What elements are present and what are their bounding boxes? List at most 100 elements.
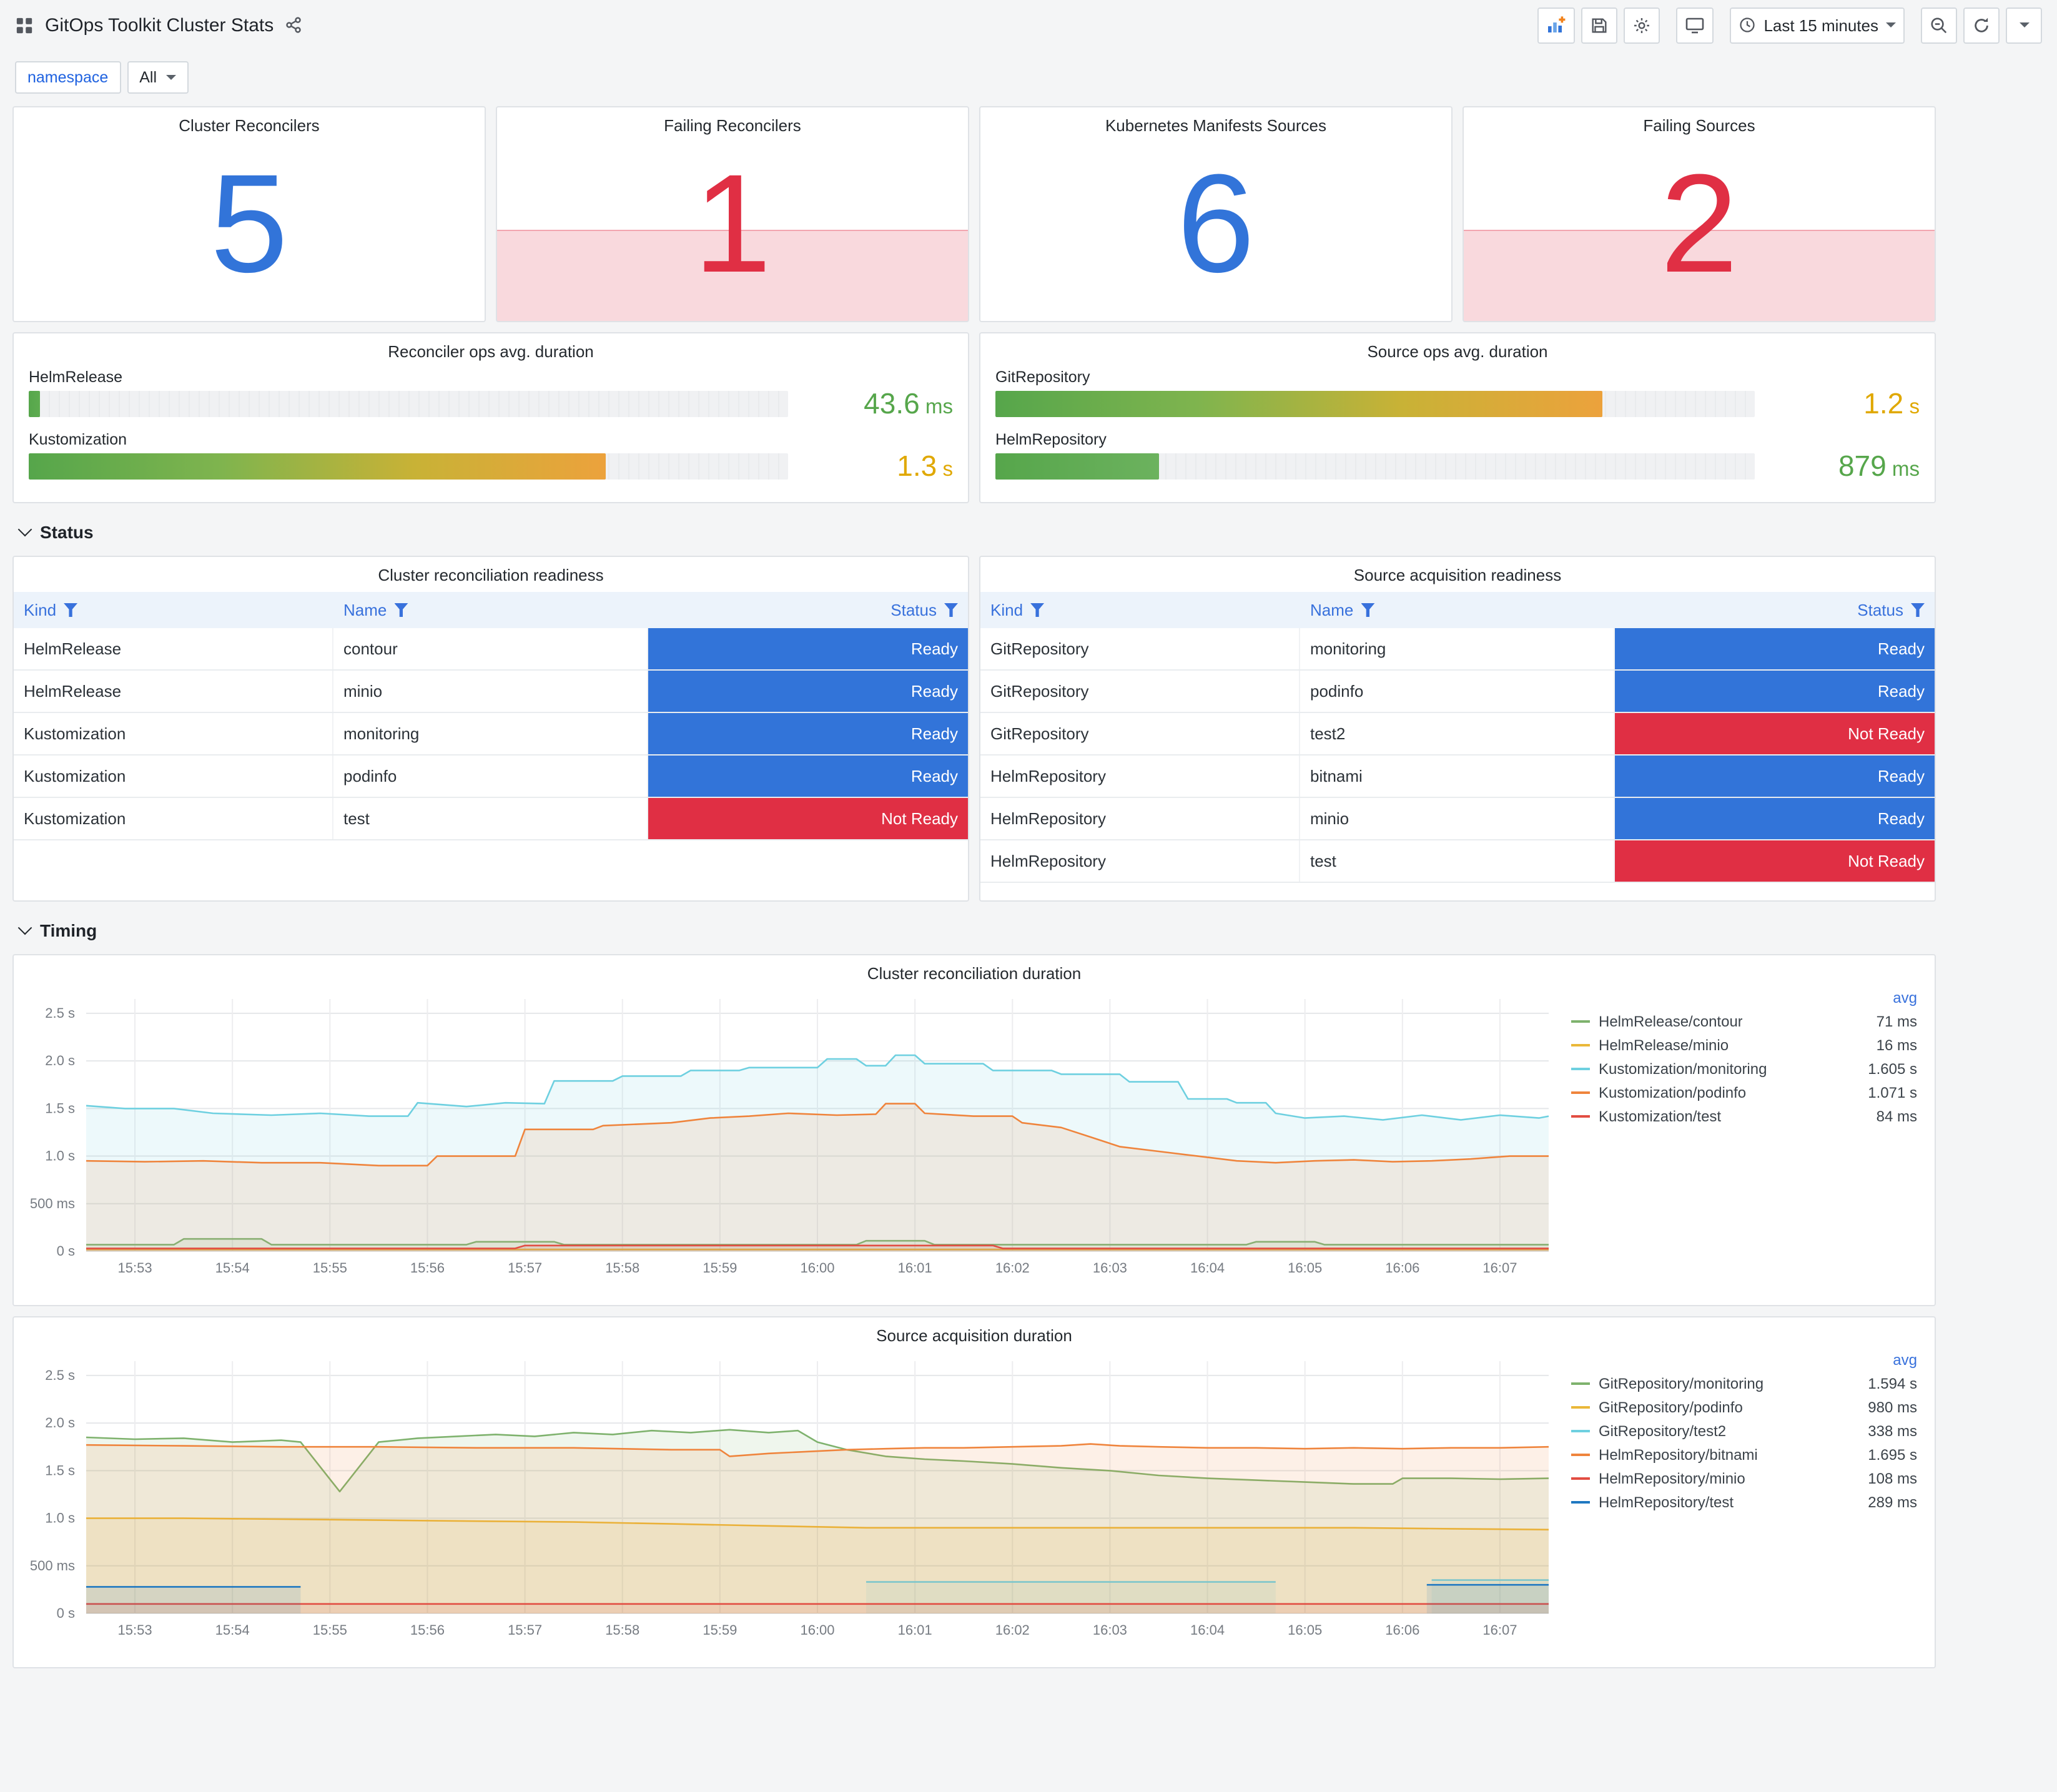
legend-item[interactable]: Kustomization/test 84 ms <box>1571 1104 1917 1128</box>
panel-title[interactable]: Source acquisition readiness <box>980 557 1935 588</box>
panel-title[interactable]: Reconciler ops avg. duration <box>14 333 968 365</box>
timeseries-canvas[interactable]: 0 s 500 ms 1.0 s 1.5 s 2.0 s 2.5 s 15:53 15:54 1… <box>21 1349 1564 1646</box>
gauge-label: HelmRepository <box>995 431 1107 448</box>
filter-icon[interactable] <box>394 603 408 617</box>
panel-title[interactable]: Failing Reconcilers <box>497 107 968 139</box>
legend-item[interactable]: HelmRepository/test 289 ms <box>1571 1490 1917 1514</box>
chevron-down-icon <box>17 522 32 537</box>
zoom-out-button[interactable] <box>1921 7 1957 43</box>
dashboard-title[interactable]: GitOps Toolkit Cluster Stats <box>45 14 274 36</box>
chevron-down-icon <box>17 920 32 935</box>
timeseries-panel: Source acquisition duration 0 s 500 ms 1.0 … <box>12 1316 1936 1668</box>
x-tick-label: 15:54 <box>215 1622 250 1638</box>
filter-icon[interactable] <box>944 603 958 617</box>
panel-title[interactable]: Cluster Reconcilers <box>14 107 485 139</box>
legend-swatch <box>1571 1477 1590 1479</box>
stats-row: Cluster Reconcilers 5 Failing Reconcilers 1… <box>12 106 1936 322</box>
timeseries-canvas[interactable]: 0 s 500 ms 1.0 s 1.5 s 2.0 s 2.5 s 15:53 15:54 1… <box>21 987 1564 1284</box>
dashboard-page: GitOps Toolkit Cluster Stats Last 15 min… <box>0 0 2057 1792</box>
legend-item[interactable]: Kustomization/podinfo 1.071 s <box>1571 1080 1917 1104</box>
filter-icon[interactable] <box>1030 603 1045 617</box>
stat-panel: Kubernetes Manifests Sources 6 <box>979 106 1453 322</box>
legend-series-name: GitRepository/monitoring <box>1599 1374 1764 1392</box>
legend-item[interactable]: HelmRepository/bitnami 1.695 s <box>1571 1442 1917 1466</box>
gauge-fill <box>995 453 1159 480</box>
time-picker[interactable]: Last 15 minutes <box>1730 7 1905 43</box>
section-label: Status <box>40 522 94 542</box>
gauge-row: Kustomization 1.3 s <box>29 431 953 481</box>
legend-avg-header[interactable]: avg <box>1571 987 1917 1009</box>
dashboard-settings-button[interactable] <box>1624 7 1660 43</box>
legend-series-name: HelmRepository/bitnami <box>1599 1445 1758 1463</box>
legend-item[interactable]: HelmRelease/contour 71 ms <box>1571 1009 1917 1033</box>
column-header-kind[interactable]: Kind <box>980 601 1300 619</box>
cell-status: Ready <box>648 671 968 712</box>
legend-avg-header[interactable]: avg <box>1571 1349 1917 1371</box>
filter-icon[interactable] <box>1361 603 1375 617</box>
legend-item[interactable]: GitRepository/podinfo 980 ms <box>1571 1395 1917 1419</box>
refresh-button[interactable] <box>1963 7 2000 43</box>
section-toggle-timing[interactable]: Timing <box>12 912 1936 949</box>
column-header-name[interactable]: Name <box>1300 601 1615 619</box>
cell-name: contour <box>333 628 648 669</box>
cell-status: Ready <box>648 756 968 797</box>
gauge-value: 43.6 ms <box>806 389 953 418</box>
legend-swatch <box>1571 1020 1590 1022</box>
cell-name: bitnami <box>1300 756 1615 797</box>
series-area <box>1426 1585 1549 1613</box>
panel-title[interactable]: Source acquisition duration <box>14 1317 1935 1349</box>
y-tick-label: 2.5 s <box>45 1005 75 1021</box>
add-panel-button[interactable] <box>1537 7 1576 43</box>
apps-grid-icon[interactable] <box>15 16 34 34</box>
x-tick-label: 16:07 <box>1482 1622 1517 1638</box>
panel-title[interactable]: Source ops avg. duration <box>980 333 1935 365</box>
legend-item[interactable]: GitRepository/monitoring 1.594 s <box>1571 1371 1917 1395</box>
variable-value-dropdown[interactable]: All <box>127 61 189 94</box>
refresh-interval-dropdown[interactable] <box>2006 7 2042 43</box>
gauge-value: 1.2 s <box>1772 389 1920 418</box>
save-dashboard-button[interactable] <box>1581 7 1618 43</box>
filter-icon[interactable] <box>64 603 78 617</box>
gauge-rows: GitRepository 1.2 s HelmRepository 879 ms <box>980 365 1935 481</box>
y-tick-label: 1.5 s <box>45 1462 75 1478</box>
legend-swatch <box>1571 1406 1590 1408</box>
y-tick-label: 2.0 s <box>45 1053 75 1068</box>
gauge-value-number: 879 <box>1838 450 1887 482</box>
panel-title[interactable]: Kubernetes Manifests Sources <box>980 107 1451 139</box>
column-header-status[interactable]: Status <box>1615 601 1935 619</box>
x-tick-label: 15:55 <box>313 1260 347 1276</box>
panel-title[interactable]: Failing Sources <box>1464 107 1935 139</box>
section-toggle-status[interactable]: Status <box>12 513 1936 551</box>
legend-item[interactable]: HelmRelease/minio 16 ms <box>1571 1033 1917 1056</box>
cell-name: test <box>1300 840 1615 882</box>
table: Kind Name Status GitRepository monitoring Rea… <box>980 592 1935 883</box>
legend-item[interactable]: HelmRepository/minio 108 ms <box>1571 1466 1917 1490</box>
filter-icon[interactable] <box>1911 603 1925 617</box>
stat-value: 2 <box>1660 145 1739 302</box>
add-panel-icon <box>1548 16 1566 32</box>
column-header-status[interactable]: Status <box>648 601 968 619</box>
panel-title[interactable]: Cluster reconciliation duration <box>14 955 1935 987</box>
panel-title[interactable]: Cluster reconciliation readiness <box>14 557 968 588</box>
legend-item[interactable]: Kustomization/monitoring 1.605 s <box>1571 1056 1917 1080</box>
gauge-value: 1.3 s <box>806 451 953 481</box>
cell-name: test2 <box>1300 713 1615 754</box>
table-row: HelmRepository minio Ready <box>980 798 1935 840</box>
legend-item[interactable]: GitRepository/test2 338 ms <box>1571 1419 1917 1442</box>
cycle-view-button[interactable] <box>1676 7 1714 43</box>
cell-kind: Kustomization <box>14 756 333 797</box>
x-tick-label: 15:56 <box>410 1622 445 1638</box>
table-row: GitRepository test2 Not Ready <box>980 713 1935 756</box>
x-tick-label: 15:59 <box>703 1260 737 1276</box>
chart-legend: avg GitRepository/monitoring 1.594 s GitRep… <box>1564 1349 1930 1646</box>
cell-status: Ready <box>1615 628 1935 669</box>
gauge-value-unit: ms <box>919 395 953 418</box>
x-tick-label: 15:57 <box>508 1260 542 1276</box>
column-header-name[interactable]: Name <box>333 601 648 619</box>
cell-name: podinfo <box>333 756 648 797</box>
column-header-label: Status <box>890 601 937 619</box>
share-icon[interactable] <box>285 16 302 34</box>
apps-grid-icon-svg <box>16 17 32 33</box>
cell-kind: Kustomization <box>14 798 333 839</box>
column-header-kind[interactable]: Kind <box>14 601 333 619</box>
